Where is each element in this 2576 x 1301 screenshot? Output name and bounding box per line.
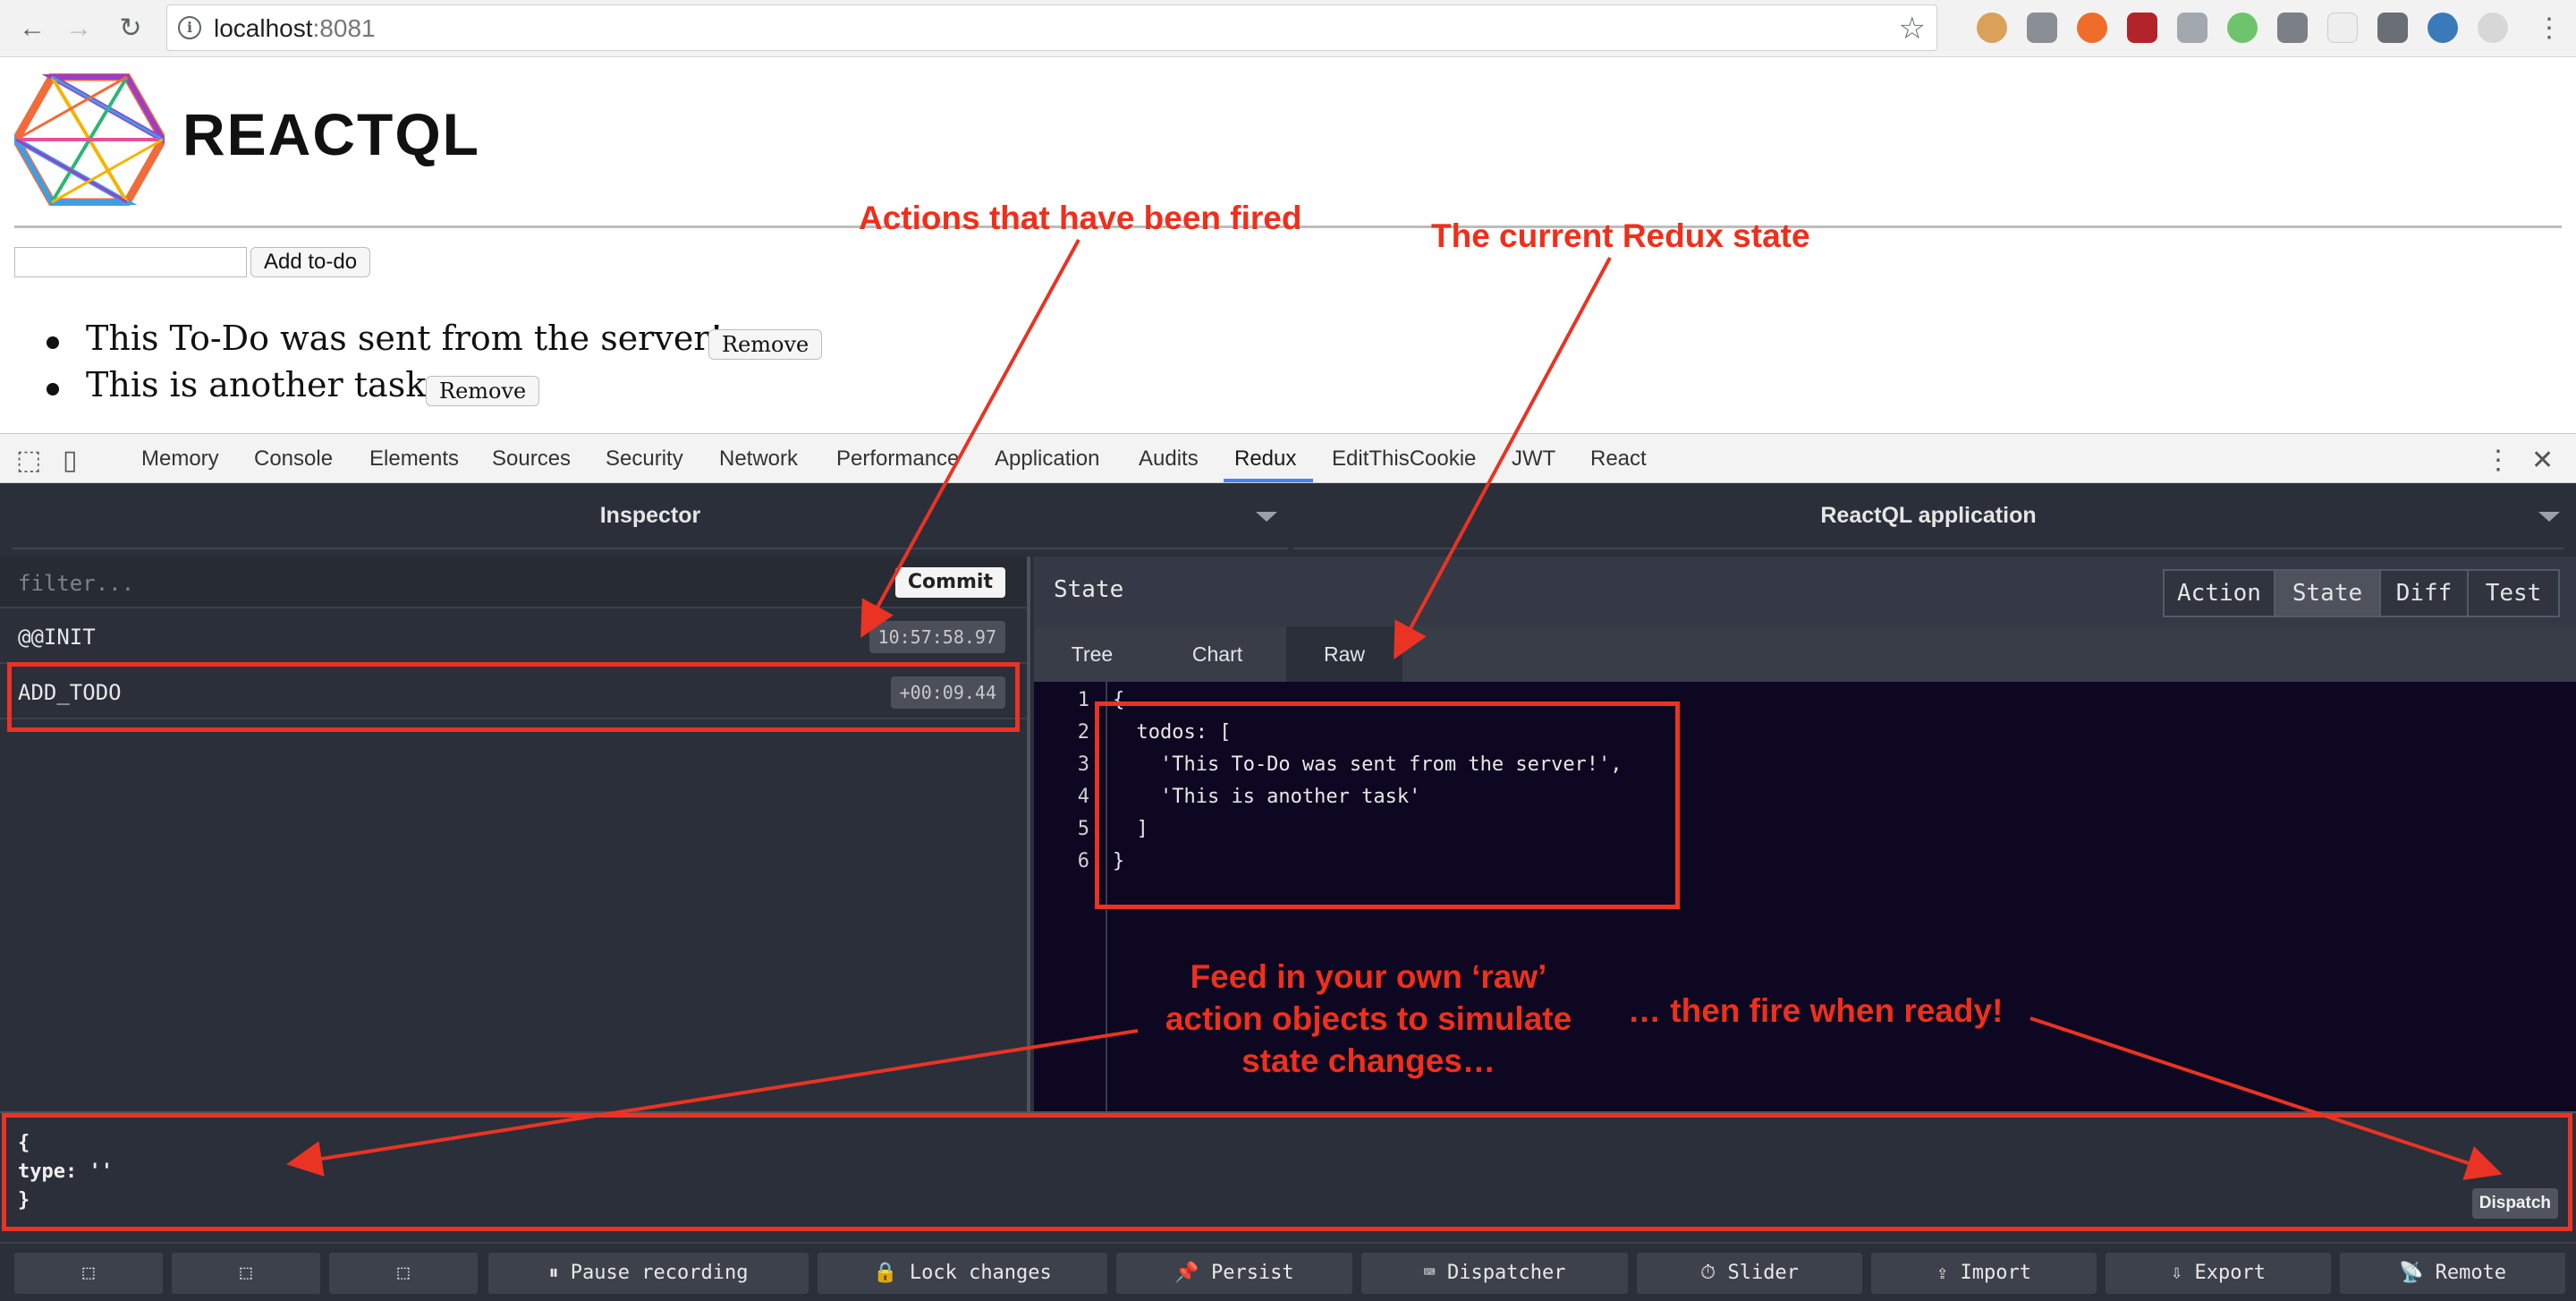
annotation-current-state: The current Redux state (1431, 217, 1810, 254)
annotation-feed-line1: Feed in your own ‘raw’ (1190, 958, 1547, 995)
annotation-arrows (286, 239, 2503, 1180)
annotation-feed-line2: action objects to simulate (1165, 1000, 1572, 1037)
annotation-actions-fired: Actions that have been fired (859, 200, 1302, 236)
annotation-feed-line3: state changes… (1241, 1042, 1496, 1079)
annotation-fire-ready: … then fire when ready! (1628, 992, 2004, 1029)
